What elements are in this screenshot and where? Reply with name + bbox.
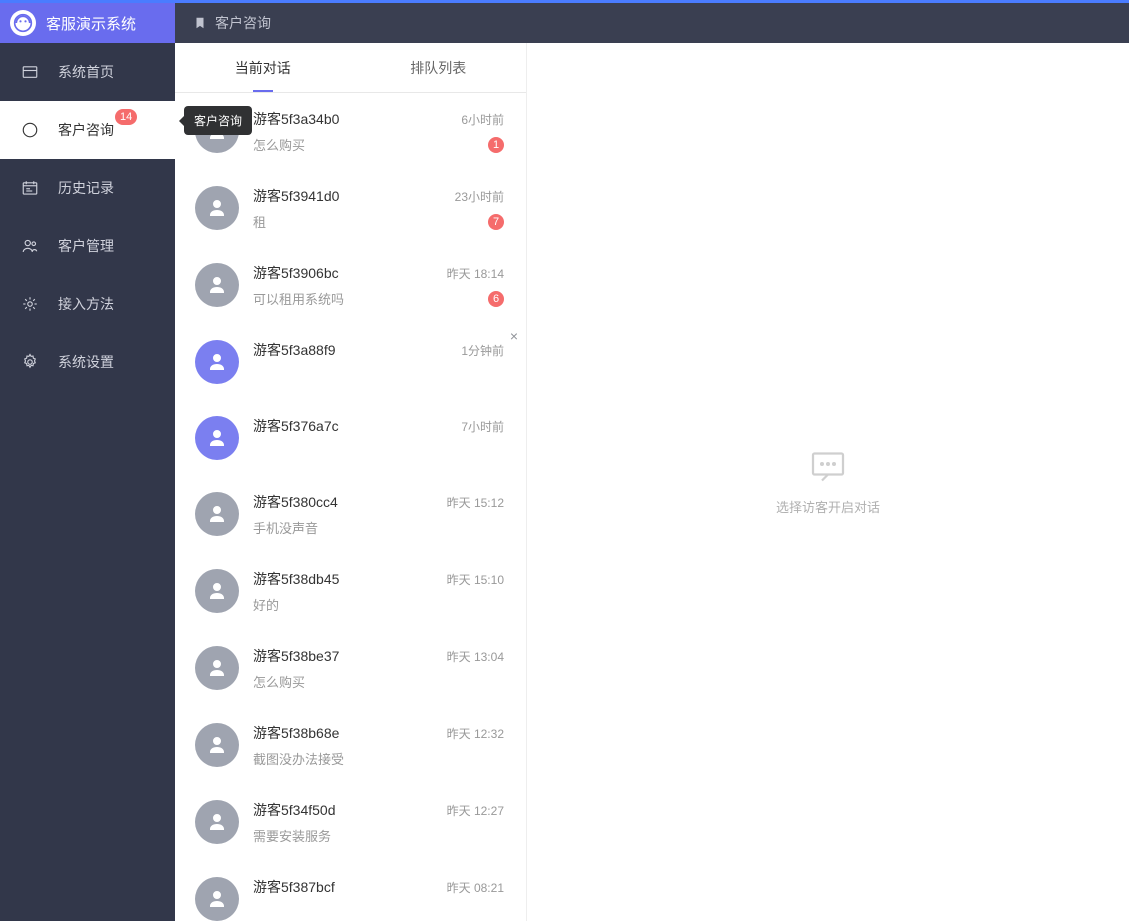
conversation-name: 游客5f38be37 <box>253 646 339 666</box>
brand-header: 客服演示系统 <box>0 3 175 43</box>
conversation-item[interactable]: 游客5f376a7c 7小时前 <box>175 400 524 476</box>
nav-item-label: 系统设置 <box>58 352 114 372</box>
settings-icon <box>20 352 40 372</box>
nav-list: 系统首页客户咨询14 历史记录客户管理接入方法系统设置 <box>0 43 175 391</box>
history-icon <box>20 178 40 198</box>
conversation-item[interactable]: 游客5f34f50d 昨天 12:27 需要安装服务 <box>175 784 524 861</box>
conversation-item[interactable]: 游客5f38db45 昨天 15:10 好的 <box>175 553 524 630</box>
conversation-panel: 当前对话排队列表 游客5f3a34b0 6小时前怎么购买 1 游客5f3941d0 23… <box>175 43 527 921</box>
avatar <box>195 340 239 384</box>
users-icon <box>20 236 40 256</box>
conversation-item[interactable]: 游客5f387bcf 昨天 08:21 <box>175 861 524 921</box>
chat-icon <box>20 120 40 140</box>
conversation-time: 6小时前 <box>461 111 504 128</box>
conversation-time: 7小时前 <box>461 418 504 435</box>
nav-item-home[interactable]: 系统首页 <box>0 43 175 101</box>
nav-item-users[interactable]: 客户管理 <box>0 217 175 275</box>
avatar <box>195 877 239 921</box>
unread-badge: 6 <box>488 291 504 307</box>
chat-placeholder-icon <box>808 449 848 485</box>
conversation-item[interactable]: 游客5f3906bc 昨天 18:14 可以租用系统吗 6 <box>175 247 524 324</box>
content-row: 当前对话排队列表 游客5f3a34b0 6小时前怎么购买 1 游客5f3941d0 23… <box>175 43 1129 921</box>
close-icon[interactable]: × <box>510 328 518 344</box>
chat-panel: 选择访客开启对话 <box>527 43 1129 921</box>
conversation-time: 昨天 13:04 <box>447 648 504 665</box>
conversation-time: 昨天 18:14 <box>447 265 504 282</box>
conversation-message: 怎么购买 <box>253 672 305 691</box>
nav-item-label: 历史记录 <box>58 178 114 198</box>
nav-tooltip: 客户咨询 <box>184 106 252 135</box>
conversation-message: 怎么购买 <box>253 135 305 154</box>
nav-item-integration[interactable]: 接入方法 <box>0 275 175 333</box>
integration-icon <box>20 294 40 314</box>
brand-title: 客服演示系统 <box>46 13 136 34</box>
nav-item-history[interactable]: 历史记录 <box>0 159 175 217</box>
conversation-name: 游客5f3a34b0 <box>253 109 339 129</box>
conversation-name: 游客5f38b68e <box>253 723 339 743</box>
brand-logo-icon <box>10 10 36 36</box>
avatar <box>195 800 239 844</box>
topbar: 客户咨询 <box>175 3 1129 43</box>
conversation-time: 昨天 12:32 <box>447 725 504 742</box>
conversation-name: 游客5f3a88f9 <box>253 340 336 360</box>
nav-item-label: 客户咨询 <box>58 120 114 140</box>
avatar <box>195 569 239 613</box>
avatar <box>195 416 239 460</box>
nav-item-label: 客户管理 <box>58 236 114 256</box>
tab[interactable]: 当前对话 <box>175 43 351 92</box>
conversation-time: 昨天 08:21 <box>447 879 504 896</box>
nav-item-settings[interactable]: 系统设置 <box>0 333 175 391</box>
conversation-time: 23小时前 <box>455 188 504 205</box>
nav-item-label: 系统首页 <box>58 62 114 82</box>
unread-badge: 7 <box>488 214 504 230</box>
avatar <box>195 723 239 767</box>
topbar-title: 客户咨询 <box>215 13 271 33</box>
conversation-name: 游客5f34f50d <box>253 800 336 820</box>
conversation-message: 租 <box>253 212 266 231</box>
conversation-list[interactable]: 游客5f3a34b06小时前怎么购买1游客5f3941d023小时前租7游客5f… <box>175 93 526 921</box>
tabs: 当前对话排队列表 <box>175 43 526 93</box>
conversation-name: 游客5f3906bc <box>253 263 339 283</box>
avatar <box>195 263 239 307</box>
bookmark-icon <box>193 16 207 30</box>
conversation-time: 昨天 15:12 <box>447 494 504 511</box>
avatar <box>195 646 239 690</box>
conversation-name: 游客5f380cc4 <box>253 492 338 512</box>
conversation-name: 游客5f38db45 <box>253 569 339 589</box>
conversation-item[interactable]: 游客5f3941d0 23小时前租 7 <box>175 170 524 247</box>
conversation-message: 可以租用系统吗 <box>253 289 344 308</box>
conversation-time: 昨天 12:27 <box>447 802 504 819</box>
nav-item-chat[interactable]: 客户咨询14 <box>0 101 175 159</box>
avatar <box>195 492 239 536</box>
nav-badge: 14 <box>115 109 137 125</box>
conversation-message: 截图没办法接受 <box>253 749 344 768</box>
conversation-item[interactable]: 游客5f380cc4 昨天 15:12 手机没声音 <box>175 476 524 553</box>
conversation-name: 游客5f3941d0 <box>253 186 339 206</box>
conversation-time: 1分钟前 <box>461 342 504 359</box>
unread-badge: 1 <box>488 137 504 153</box>
conversation-item[interactable]: 游客5f3a88f9 1分钟前 × <box>175 324 524 400</box>
sidebar: 客服演示系统 系统首页客户咨询14 历史记录客户管理接入方法系统设置 <box>0 3 175 921</box>
conversation-message: 手机没声音 <box>253 518 318 537</box>
main-area: 客户咨询 当前对话排队列表 游客5f3a34b0 6小时前怎么购买 1 游客5f394… <box>175 3 1129 921</box>
conversation-message: 需要安装服务 <box>253 826 331 845</box>
conversation-time: 昨天 15:10 <box>447 571 504 588</box>
chat-placeholder-text: 选择访客开启对话 <box>776 497 880 516</box>
nav-item-label: 接入方法 <box>58 294 114 314</box>
conversation-item[interactable]: 游客5f38be37 昨天 13:04 怎么购买 <box>175 630 524 707</box>
tab[interactable]: 排队列表 <box>351 43 527 92</box>
avatar <box>195 186 239 230</box>
conversation-name: 游客5f376a7c <box>253 416 339 436</box>
home-icon <box>20 62 40 82</box>
conversation-name: 游客5f387bcf <box>253 877 335 897</box>
conversation-message: 好的 <box>253 595 279 614</box>
conversation-item[interactable]: 游客5f38b68e 昨天 12:32 截图没办法接受 <box>175 707 524 784</box>
